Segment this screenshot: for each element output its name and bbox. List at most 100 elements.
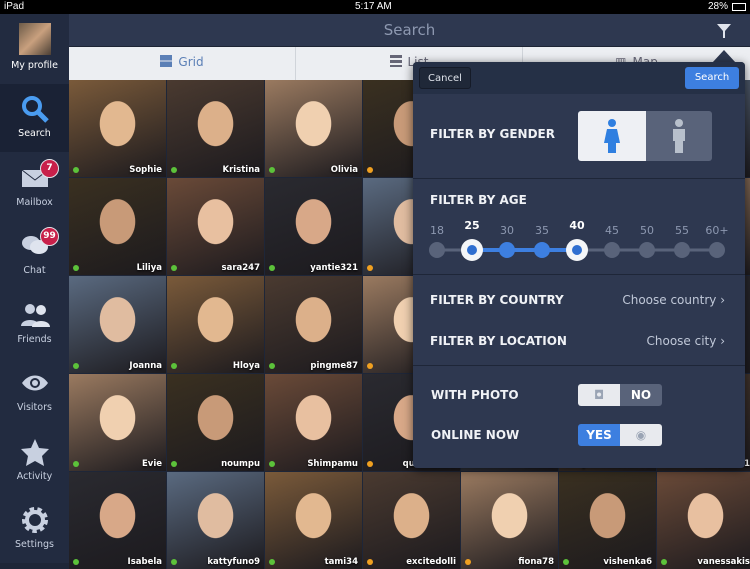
page-title: Search [383,21,436,39]
filter-toolbar: Cancel Search [413,62,745,94]
profile-tile[interactable]: Sophie [69,80,166,177]
tab-grid[interactable]: Grid [69,47,296,80]
sidebar-item-visitors[interactable]: Visitors [0,358,69,426]
star-icon [20,438,49,466]
profile-tile[interactable]: Hloya [167,276,264,373]
profile-name: Isabela [127,557,162,567]
profile-tile[interactable]: vishenka6 [559,472,656,569]
status-dot [73,265,79,271]
status-dot [171,559,177,565]
age-step[interactable] [639,242,655,258]
sidebar-item-label: My profile [11,60,58,71]
sidebar-item-label: Chat [23,265,46,276]
eye-icon: ◉ [620,424,662,446]
profile-tile[interactable]: excitedolli [363,472,460,569]
country-value: Choose country [622,293,717,307]
slider-handle-dot [467,245,477,255]
age-tick-label: 18 [430,224,444,237]
profile-name: excitedolli [406,557,456,567]
sidebar-item-friends[interactable]: Friends [0,290,69,358]
female-icon [604,119,620,153]
sidebar-item-settings[interactable]: Settings [0,495,69,563]
gear-icon [21,507,48,533]
profile-tile[interactable]: Joanna [69,276,166,373]
notification-badge: 99 [40,227,59,246]
battery-percent: 28% [707,1,728,12]
photo-toggle[interactable]: ◘ NO [578,384,662,406]
sidebar-item-label: Settings [15,539,54,550]
eye-icon [21,375,48,391]
status-dot [73,363,79,369]
status-dot [661,559,667,565]
tab-label: Grid [178,55,204,69]
profile-tile[interactable]: Shimpamu [265,374,362,471]
location-label: FILTER BY LOCATION [430,334,567,348]
age-step[interactable] [604,242,620,258]
profile-tile[interactable]: yantie321 [265,178,362,275]
sidebar-item-search[interactable]: Search [0,84,69,152]
profile-tile[interactable]: sara247 [167,178,264,275]
header: Search [69,14,750,47]
search-button[interactable]: Search [685,67,739,89]
female-option[interactable] [578,111,646,161]
country-selector[interactable]: Choose country › [622,293,725,307]
status-dot [269,559,275,565]
divider [413,365,745,366]
age-step[interactable] [499,242,515,258]
profile-name: Kristina [222,165,260,175]
cancel-button[interactable]: Cancel [419,67,471,89]
age-range-slider[interactable]: 18 25 30 35 40 45 50 55 60+ [413,217,745,267]
male-option[interactable] [646,111,712,161]
profile-name: Shimpamu [307,459,358,469]
profile-tile[interactable]: tami34 [265,472,362,569]
online-label: ONLINE NOW [431,428,520,442]
profile-tile[interactable]: Evie [69,374,166,471]
profile-name: Joanna [129,361,162,371]
friends-icon [20,303,50,327]
profile-name: Hloya [232,361,260,371]
location-selector[interactable]: Choose city › [647,334,726,348]
profile-tile[interactable]: vanessakis [657,472,750,569]
age-tick-label: 45 [605,224,619,237]
profile-tile[interactable]: pingme87 [265,276,362,373]
camera-icon: ◘ [578,384,620,406]
sidebar-item-mailbox[interactable]: Mailbox 7 [0,153,69,221]
profile-name: vanessakis [697,557,750,567]
profile-tile[interactable]: Liliya [69,178,166,275]
age-step[interactable] [429,242,445,258]
age-step[interactable] [674,242,690,258]
profile-name: Olivia [330,165,358,175]
sidebar-item-my-profile[interactable]: My profile [0,14,69,84]
funnel-icon[interactable] [716,23,732,39]
profile-tile[interactable]: Isabela [69,472,166,569]
list-icon [389,55,402,67]
country-label: FILTER BY COUNTRY [430,293,564,307]
profile-tile[interactable]: Kristina [167,80,264,177]
status-dot [73,559,79,565]
gender-label: FILTER BY GENDER [430,127,555,141]
profile-name: Liliya [136,263,162,273]
status-dot [367,461,373,467]
sidebar: My profile Search Mailbox 7 Chat 99 Friends Vi… [0,14,69,563]
status-dot [171,167,177,173]
age-step[interactable] [709,242,725,258]
profile-tile[interactable]: noumpu [167,374,264,471]
status-dot [563,559,569,565]
age-step[interactable] [534,242,550,258]
status-dot [73,167,79,173]
sidebar-item-activity[interactable]: Activity [0,427,69,495]
profile-name: tami34 [324,557,358,567]
online-toggle[interactable]: YES ◉ [578,424,662,446]
sidebar-item-chat[interactable]: Chat 99 [0,221,69,289]
age-label: FILTER BY AGE [430,193,527,207]
profile-tile[interactable]: fiona78 [461,472,558,569]
age-tick-label: 60+ [705,224,728,237]
age-tick-label: 40 [569,219,585,232]
sidebar-item-label: Visitors [17,402,52,413]
location-value: Choose city [646,334,717,348]
sidebar-item-label: Search [18,128,51,139]
profile-tile[interactable]: kattyfuno9 [167,472,264,569]
photo-toggle-value: NO [620,384,662,406]
profile-tile[interactable]: Olivia [265,80,362,177]
chevron-right-icon: › [720,293,725,307]
